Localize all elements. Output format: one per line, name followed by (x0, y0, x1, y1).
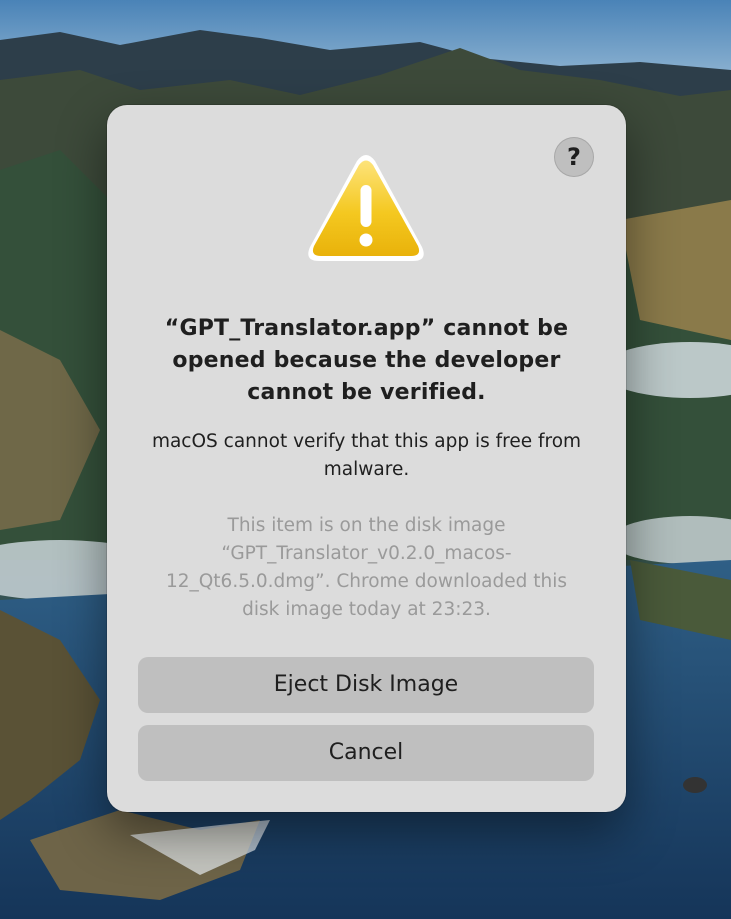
dialog-title: “GPT_Translator.app” cannot be opened be… (164, 316, 569, 405)
help-button[interactable]: ? (554, 137, 594, 177)
eject-disk-image-button[interactable]: Eject Disk Image (138, 657, 594, 713)
cancel-button[interactable]: Cancel (138, 725, 594, 781)
dialog-informative-text: This item is on the disk image “GPT_Tran… (165, 515, 568, 620)
warning-icon (308, 155, 424, 261)
security-alert-dialog: ? “GPT_Translator.app” cannot be opened … (107, 105, 626, 812)
question-mark-icon: ? (567, 143, 581, 171)
dialog-message: macOS cannot verify that this app is fre… (151, 431, 582, 480)
